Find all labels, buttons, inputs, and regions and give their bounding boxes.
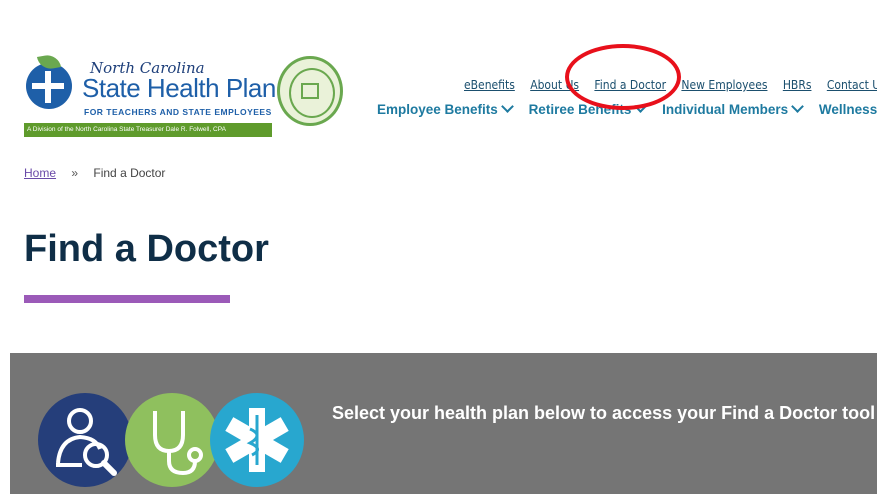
nav-contact-us[interactable]: Contact Us xyxy=(827,78,877,92)
breadcrumb: Home » Find a Doctor xyxy=(24,166,165,180)
menu-employee-benefits[interactable]: Employee Benefits xyxy=(377,100,514,117)
health-plan-banner: Select your health plan below to access … xyxy=(10,353,877,494)
stethoscope-icon xyxy=(125,393,219,487)
logo-name: State Health Plan xyxy=(82,73,276,103)
chevron-down-icon xyxy=(791,100,805,113)
highlight-annotation-circle xyxy=(565,44,681,110)
treasurer-seal-icon xyxy=(277,56,343,126)
nav-ebenefits[interactable]: eBenefits xyxy=(464,78,515,92)
breadcrumb-current: Find a Doctor xyxy=(93,166,166,180)
title-underline xyxy=(24,295,230,303)
breadcrumb-separator: » xyxy=(71,166,79,180)
banner-text: Select your health plan below to access … xyxy=(332,403,876,423)
logo-division: A Division of the North Carolina State T… xyxy=(24,123,272,137)
nav-new-employees[interactable]: New Employees xyxy=(681,78,767,92)
logo-tagline: FOR TEACHERS AND STATE EMPLOYEES xyxy=(84,107,272,117)
star-of-life-icon xyxy=(210,393,304,487)
page-title: Find a Doctor xyxy=(24,228,269,270)
menu-wellness[interactable]: Wellness xyxy=(819,102,877,117)
chevron-down-icon xyxy=(500,100,514,113)
breadcrumb-home[interactable]: Home xyxy=(24,166,56,180)
menu-individual-members[interactable]: Individual Members xyxy=(662,100,805,117)
nav-hbrs[interactable]: HBRs xyxy=(783,78,812,92)
state-health-plan-logo[interactable]: North Carolina State Health Plan FOR TEA… xyxy=(24,53,276,137)
doctor-search-icon xyxy=(38,393,132,487)
